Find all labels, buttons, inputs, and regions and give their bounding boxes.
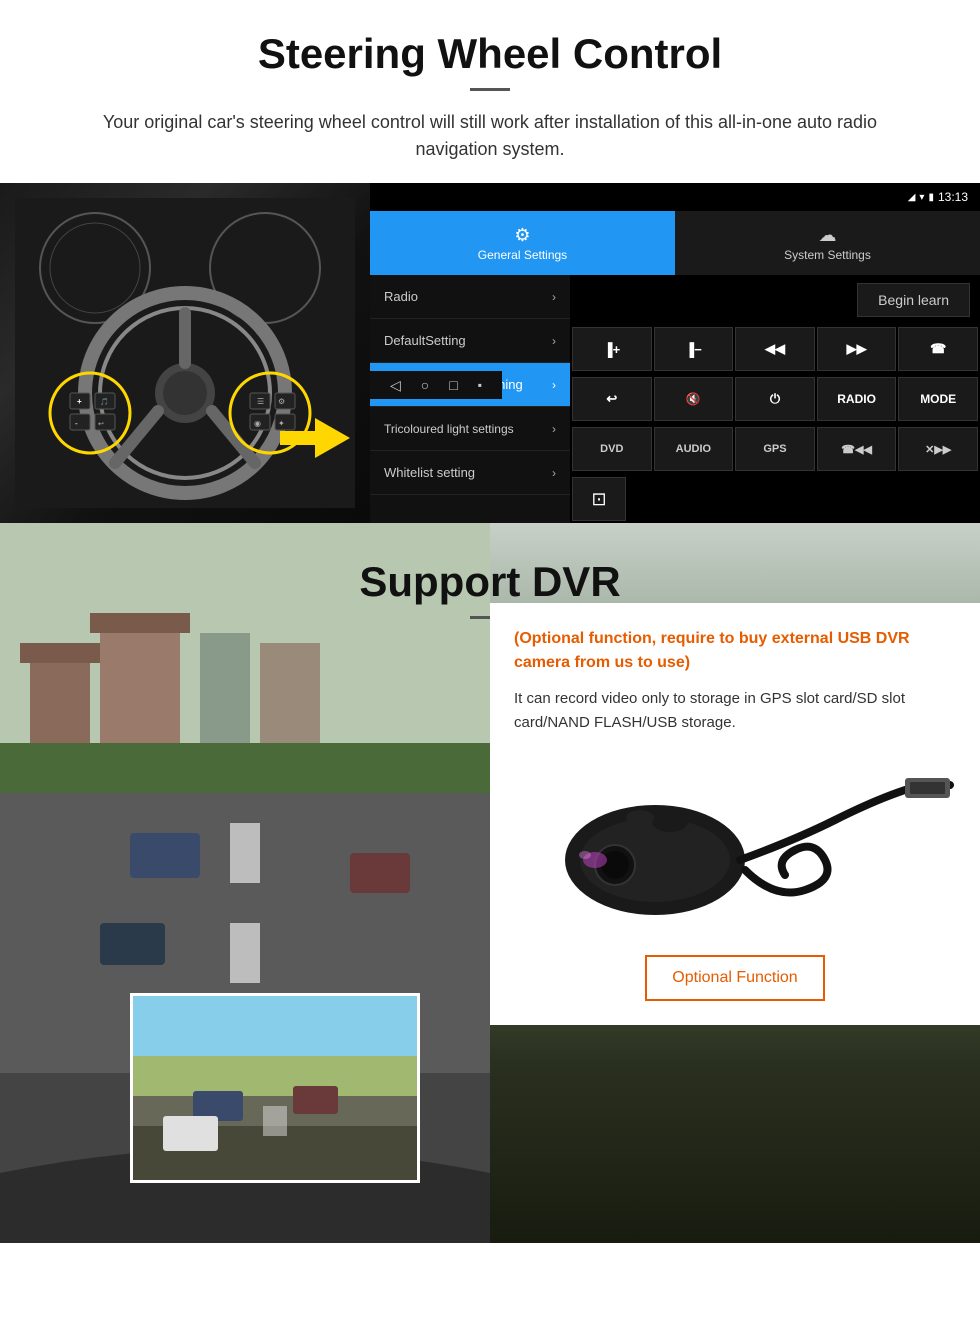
optional-function-button[interactable]: Optional Function xyxy=(645,955,825,1001)
svg-text:◉: ◉ xyxy=(254,419,261,428)
battery-icon: ▮ xyxy=(928,192,934,203)
steering-wheel-image: + 🎵 - ↩ ☰ ⚙ ◉ ✦ xyxy=(0,183,370,523)
svg-text:↩: ↩ xyxy=(98,421,104,428)
svg-text:-: - xyxy=(75,419,78,428)
menu-item-whitelist[interactable]: Whitelist setting › xyxy=(370,451,570,495)
svg-text:✦: ✦ xyxy=(278,419,285,428)
mute-button[interactable]: 🔇 xyxy=(654,377,734,421)
tab-system-label: System Settings xyxy=(784,248,871,262)
control-grid-row2: ↩ 🔇 ⏻ RADIO MODE xyxy=(570,375,980,423)
nav-recent[interactable]: □ xyxy=(449,377,457,393)
radio-button[interactable]: RADIO xyxy=(817,377,897,421)
tab-general-label: General Settings xyxy=(478,248,567,262)
tab-general[interactable]: ⚙ General Settings xyxy=(370,211,675,275)
android-statusbar: ◁ ○ □ ▪ ◢ ▾ ▮ 13:13 xyxy=(370,183,980,211)
dvr-info-title: (Optional function, require to buy exter… xyxy=(514,627,956,675)
menu-item-default[interactable]: DefaultSetting › xyxy=(370,319,570,363)
chevron-right-icon: › xyxy=(552,334,556,348)
menu-tricoloured-label: Tricoloured light settings xyxy=(384,422,514,436)
begin-learn-button[interactable]: Begin learn xyxy=(857,283,970,317)
phone-prev-button[interactable]: ☎◀◀ xyxy=(817,427,897,471)
dvr-camera-image xyxy=(514,755,956,935)
steering-wheel-svg: + 🎵 - ↩ ☰ ⚙ ◉ ✦ xyxy=(15,198,355,508)
mute-next-button[interactable]: ✕▶▶ xyxy=(898,427,978,471)
gps-button[interactable]: GPS xyxy=(735,427,815,471)
nav-back[interactable]: ◁ xyxy=(390,377,401,394)
steering-wheel-section: Steering Wheel Control Your original car… xyxy=(0,0,980,523)
menu-default-label: DefaultSetting xyxy=(384,333,466,348)
menu-item-tricoloured[interactable]: Tricoloured light settings › xyxy=(370,407,570,451)
dvr-thumbnail xyxy=(130,993,420,1183)
prev-track-button[interactable]: ◀◀ xyxy=(735,327,815,371)
menu-whitelist-label: Whitelist setting xyxy=(384,465,475,480)
title-divider xyxy=(470,88,510,91)
svg-text:⚙: ⚙ xyxy=(278,397,285,406)
wifi-icon: ▾ xyxy=(919,192,924,203)
page-title: Steering Wheel Control xyxy=(60,30,920,78)
svg-text:☰: ☰ xyxy=(257,397,264,406)
menu-list: Radio › DefaultSetting › Steering Wheel … xyxy=(370,275,570,523)
next-track-button[interactable]: ▶▶ xyxy=(817,327,897,371)
menu-radio-label: Radio xyxy=(384,289,418,304)
control-grid-row3: DVD AUDIO GPS ☎◀◀ ✕▶▶ xyxy=(570,425,980,473)
status-icons: ◢ ▾ ▮ 13:13 xyxy=(908,190,968,204)
chevron-right-icon: › xyxy=(552,378,556,392)
svg-text:🎵: 🎵 xyxy=(100,397,109,406)
dvr-info-card: (Optional function, require to buy exter… xyxy=(490,603,980,1025)
dvd-button[interactable]: DVD xyxy=(572,427,652,471)
main-content: Radio › DefaultSetting › Steering Wheel … xyxy=(370,275,980,523)
dvr-title: Support DVR xyxy=(0,558,980,606)
thumbnail-svg xyxy=(133,996,417,1180)
android-panel: ◁ ○ □ ▪ ◢ ▾ ▮ 13:13 ⚙ General Settings xyxy=(370,183,980,523)
dvr-section: Support DVR xyxy=(0,523,980,1243)
control-row4: ⊡ xyxy=(570,475,980,523)
phone-button[interactable]: ☎ xyxy=(898,327,978,371)
nav-home[interactable]: ○ xyxy=(421,377,429,393)
chevron-right-icon: › xyxy=(552,290,556,304)
vol-up-button[interactable]: ▐+ xyxy=(572,327,652,371)
control-panel: Begin learn ▐+ ▐− ◀◀ ▶▶ ☎ ↩ 🔇 ⏻ xyxy=(570,275,980,523)
svg-text:+: + xyxy=(77,397,82,406)
mode-button[interactable]: MODE xyxy=(898,377,978,421)
back-button[interactable]: ↩ xyxy=(572,377,652,421)
chevron-right-icon: › xyxy=(552,466,556,480)
camera-device-svg xyxy=(515,760,955,930)
signal-icon: ◢ xyxy=(908,192,916,203)
power-button[interactable]: ⏻ xyxy=(735,377,815,421)
dvr-button[interactable]: ⊡ xyxy=(572,477,626,521)
clock: 13:13 xyxy=(938,190,968,204)
dvr-info-text: It can record video only to storage in G… xyxy=(514,687,956,735)
audio-button[interactable]: AUDIO xyxy=(654,427,734,471)
control-grid-row1: ▐+ ▐− ◀◀ ▶▶ ☎ xyxy=(570,325,980,373)
steering-ui-section: + 🎵 - ↩ ☰ ⚙ ◉ ✦ xyxy=(0,183,980,523)
header-section: Steering Wheel Control Your original car… xyxy=(0,0,980,183)
gear-icon: ⚙ xyxy=(514,225,530,246)
vol-down-button[interactable]: ▐− xyxy=(654,327,734,371)
chevron-right-icon: › xyxy=(552,422,556,436)
system-icon: ☁ xyxy=(819,225,837,246)
nav-menu[interactable]: ▪ xyxy=(478,378,482,392)
settings-tabs: ⚙ General Settings ☁ System Settings xyxy=(370,211,980,275)
tab-system[interactable]: ☁ System Settings xyxy=(675,211,980,275)
menu-item-radio[interactable]: Radio › xyxy=(370,275,570,319)
begin-learn-row: Begin learn xyxy=(570,275,980,325)
page-subtitle: Your original car's steering wheel contr… xyxy=(60,109,920,163)
